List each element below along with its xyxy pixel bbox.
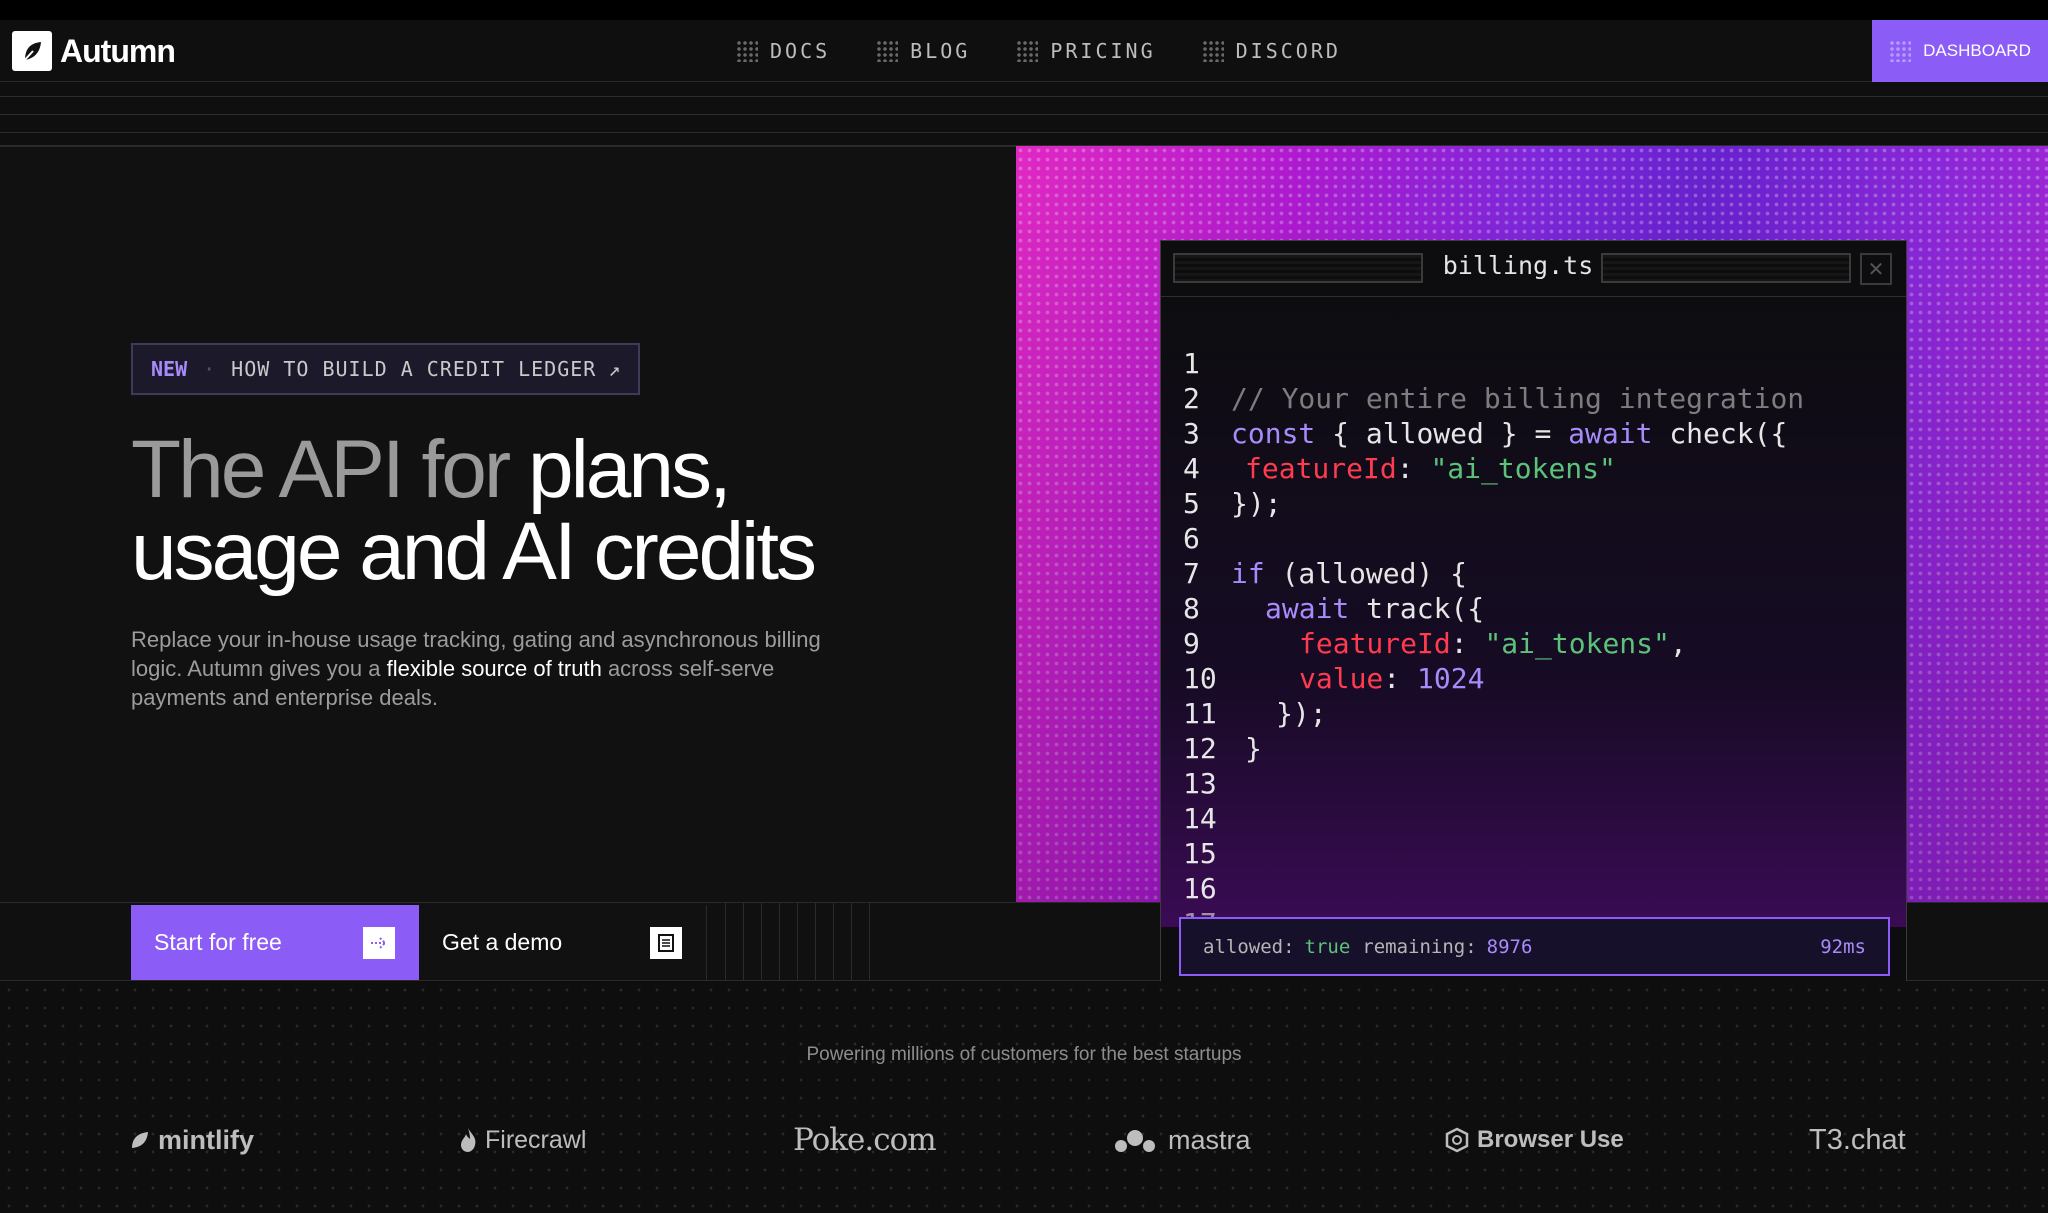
allowed-label: allowed:: [1203, 935, 1295, 958]
dot-grid-icon: [1201, 40, 1224, 62]
hero-subtitle: Replace your in-house usage tracking, ga…: [131, 625, 851, 712]
logo-t3chat: T3.chat: [1809, 1123, 1906, 1156]
dot-grid-icon: [1016, 40, 1039, 62]
nav-link-docs[interactable]: DOCS: [736, 39, 830, 63]
check-result-bar: allowed: true remaining: 8976 92ms: [1179, 917, 1890, 976]
announcement-badge[interactable]: NEW · HOW TO BUILD A CREDIT LEDGER ↗: [131, 343, 641, 395]
brand-logo[interactable]: Autumn: [12, 31, 176, 71]
browser-use-icon: [1445, 1127, 1469, 1153]
title-bar-decoration: [1173, 253, 1423, 283]
logo-mastra: mastra: [1114, 1120, 1251, 1160]
get-a-demo-button[interactable]: Get a demo: [419, 905, 707, 980]
code-comment: // Your entire billing integration: [1231, 382, 1805, 415]
decorative-vlines: [707, 903, 877, 982]
hero-headline: The API for plans, usage and AI credits: [131, 429, 951, 593]
nav-link-label: PRICING: [1050, 39, 1156, 63]
code-text: featureId: "ai_tokens",: [1299, 627, 1687, 660]
headline-bright-2: usage and AI credits: [131, 506, 817, 597]
logo-browser-use: Browser Use: [1443, 1120, 1624, 1160]
code-window: billing.ts ✕ 1 // Your entire billing in…: [1160, 240, 1907, 991]
logo-firecrawl: Firecrawl: [457, 1120, 586, 1160]
code-line: 17: [1161, 871, 1296, 927]
code-line: 15: [1161, 801, 1296, 870]
navbar: Autumn DOCS BLOG PRICING DISCORD DASHBOA…: [0, 20, 2048, 82]
calendar-icon: [650, 927, 682, 959]
code-line: 8 featureId: "ai_tokens",: [1161, 556, 1687, 660]
code-line: 5: [1161, 451, 1296, 520]
dot-grid-icon: [876, 40, 899, 62]
nav-link-pricing[interactable]: PRICING: [1016, 39, 1155, 63]
code-text: value: 1024: [1299, 662, 1485, 695]
title-bar-decoration: [1601, 253, 1851, 283]
nav-links: DOCS BLOG PRICING DISCORD: [736, 20, 1387, 82]
customer-logos: Powering millions of customers for the b…: [0, 981, 2048, 1213]
code-editor: 1 // Your entire billing integration 2 c…: [1161, 297, 1906, 927]
code-line: 6 if (allowed) {: [1161, 486, 1467, 590]
hero-left: NEW · HOW TO BUILD A CREDIT LEDGER ↗ The…: [0, 146, 1016, 902]
code-line: 10 });: [1161, 626, 1327, 730]
brand-name: Autumn: [60, 32, 176, 69]
nav-link-label: DOCS: [770, 39, 831, 63]
nav-link-discord[interactable]: DISCORD: [1201, 39, 1341, 63]
code-line: 14: [1161, 766, 1296, 835]
dot-grid-icon: [1889, 40, 1912, 62]
powered-caption: Powering millions of customers for the b…: [806, 1044, 1242, 1065]
code-line: 3 featureId: "ai_tokens": [1161, 381, 1616, 485]
badge-text: HOW TO BUILD A CREDIT LEDGER: [231, 357, 597, 381]
headline-bright-1: plans,: [527, 424, 732, 515]
arrow-up-right-icon: ↗: [608, 357, 621, 381]
flame-icon: [461, 1128, 476, 1152]
code-line: 11 }: [1161, 661, 1296, 765]
nav-link-label: BLOG: [910, 39, 971, 63]
remaining-label: remaining:: [1362, 935, 1477, 958]
headline-dim: The API for: [131, 424, 528, 515]
new-tag: NEW: [151, 357, 188, 381]
dot-grid-icon: [736, 40, 758, 62]
page: Autumn DOCS BLOG PRICING DISCORD DASHBOA…: [0, 0, 2048, 1213]
start-for-free-label: Start for free: [154, 929, 282, 955]
arrow-right-icon: [363, 927, 395, 959]
code-line: 1 // Your entire billing integration: [1161, 311, 1804, 415]
dashboard-label: DASHBOARD: [1923, 41, 2031, 60]
code-line: 4 });: [1161, 416, 1296, 520]
divider-stripes: [0, 82, 2048, 146]
allowed-value: true: [1304, 935, 1351, 958]
dashboard-button[interactable]: DASHBOARD: [1872, 20, 2048, 82]
latency-value: 92ms: [1820, 935, 1866, 958]
code-line: 2 const { allowed } = await check({: [1161, 346, 1787, 450]
start-for-free-button[interactable]: Start for free: [131, 905, 419, 980]
remaining-value: 8976: [1486, 935, 1533, 958]
get-a-demo-label: Get a demo: [442, 929, 563, 955]
code-line: 7 await track({: [1161, 521, 1484, 625]
code-text: const { allowed } = await check({: [1231, 417, 1788, 450]
top-strip: [0, 0, 2048, 20]
logo-mintlify: mintlify: [128, 1120, 254, 1160]
code-text: featureId: "ai_tokens": [1245, 452, 1616, 485]
code-filename: billing.ts: [1442, 251, 1594, 280]
mintlify-icon: [132, 1132, 148, 1148]
close-icon[interactable]: ✕: [1860, 253, 1892, 285]
logo-poke: Poke.com: [793, 1122, 937, 1158]
nav-link-label: DISCORD: [1235, 39, 1341, 63]
subtitle-highlight: flexible source of truth: [386, 656, 602, 681]
code-window-header: billing.ts ✕: [1161, 241, 1906, 297]
leaf-icon: [12, 31, 52, 71]
code-line: 9 value: 1024: [1161, 591, 1484, 695]
code-line: 12: [1161, 696, 1296, 765]
nav-link-blog[interactable]: BLOG: [876, 39, 970, 63]
code-line: 13: [1161, 731, 1296, 800]
code-text: await track({: [1265, 592, 1485, 625]
mastra-icon: [1115, 1130, 1155, 1152]
badge-separator: ·: [203, 357, 216, 381]
code-line: 16: [1161, 836, 1296, 905]
